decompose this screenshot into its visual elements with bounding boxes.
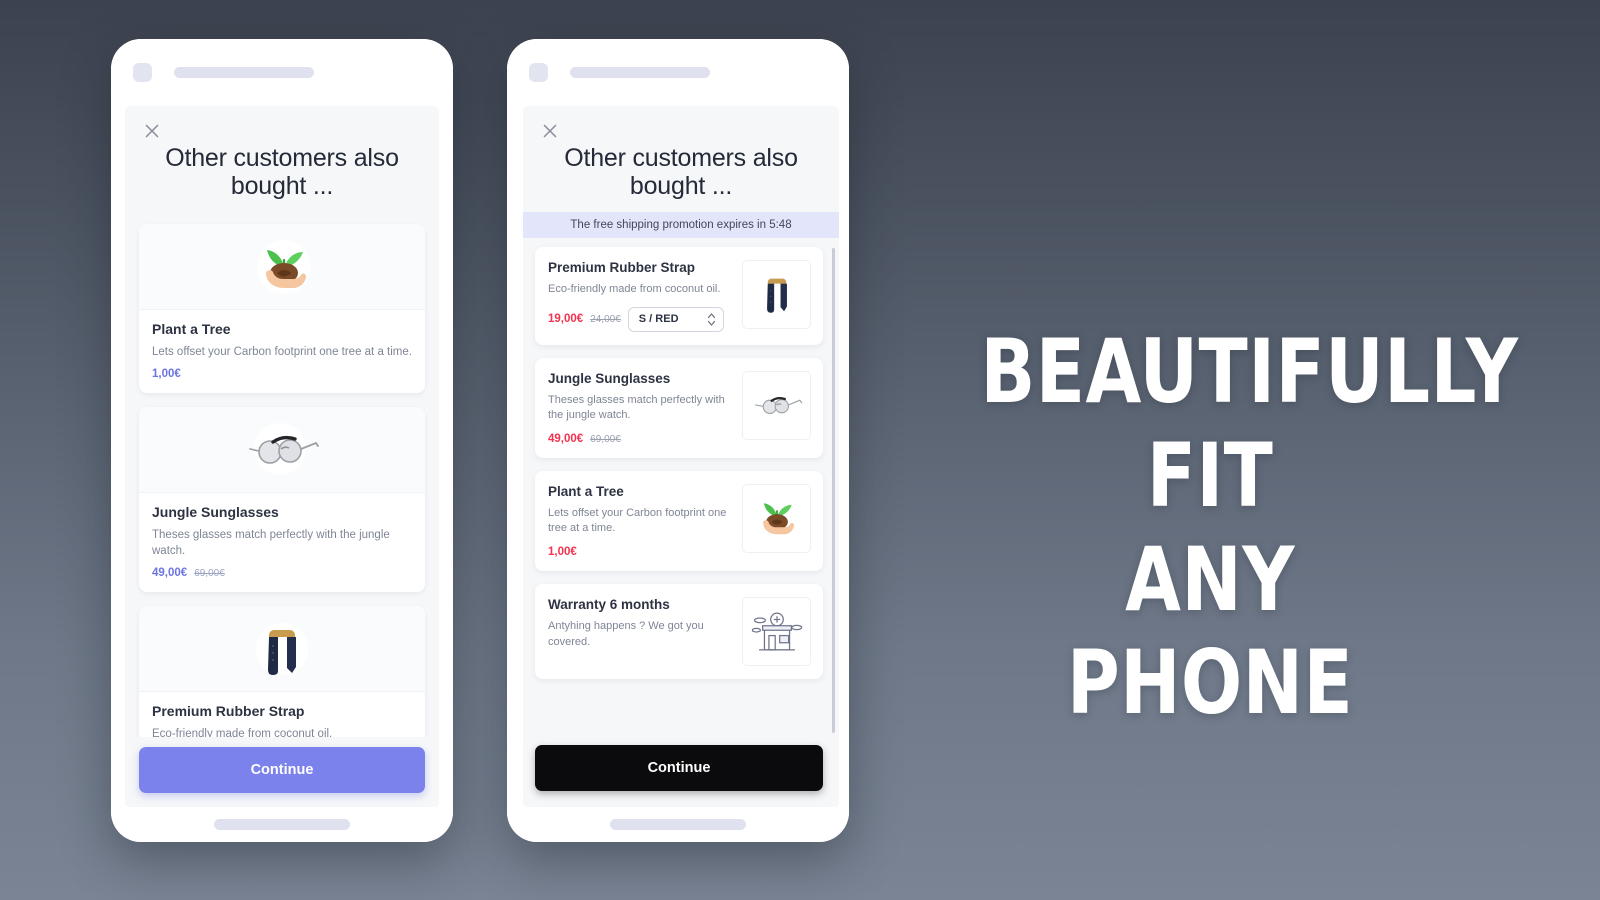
plant-a-tree-icon <box>762 503 794 535</box>
phone-mockup-left: Other customers also bought ... Plant a … <box>111 39 453 842</box>
price-row: 49,00€ 69,00€ <box>548 433 732 445</box>
product-price: 49,00€ <box>548 432 584 445</box>
product-price: 1,00€ <box>548 546 577 559</box>
product-description: Theses glasses match perfectly with the … <box>152 528 390 558</box>
phone-two-product-list[interactable]: Premium Rubber Strap Eco-friendly made f… <box>523 238 839 735</box>
product-card[interactable]: Jungle Sunglasses Theses glasses match p… <box>139 406 425 593</box>
product-name: Jungle Sunglasses <box>152 503 279 520</box>
chrome-icon-placeholder <box>529 63 548 82</box>
home-indicator <box>214 819 350 830</box>
sunglasses-icon <box>754 397 802 415</box>
marketing-headline: BEAUTIFULLY FIT ANY PHONE <box>980 320 1518 735</box>
scrollbar[interactable] <box>832 248 835 733</box>
promo-banner: The free shipping promotion expires in 5… <box>523 212 839 238</box>
product-price: 49,00€ <box>152 567 188 580</box>
home-indicator <box>610 819 746 830</box>
close-icon[interactable] <box>539 120 561 142</box>
product-card[interactable]: Premium Rubber Strap Eco-friendly made f… <box>535 247 823 345</box>
variant-select-value: S / RED <box>638 313 679 326</box>
price-row: 1,00€ <box>152 368 412 380</box>
page-title: Other customers also bought ... <box>564 144 798 200</box>
product-description: Lets offset your Carbon footprint one tr… <box>548 506 727 535</box>
price-row: 19,00€ 24,00€ S / RED <box>548 306 732 332</box>
product-name: Premium Rubber Strap <box>152 703 305 720</box>
headline-line-1: BEAUTIFULLY FIT <box>980 320 1519 527</box>
phone-one-home-bar <box>111 807 453 842</box>
phone-two-footer: Continue <box>523 735 839 807</box>
variant-select[interactable]: S / RED <box>627 306 724 332</box>
product-compare-at-price: 24,00€ <box>590 314 621 326</box>
price-row: 1,00€ <box>548 546 732 558</box>
chrome-url-placeholder <box>174 67 314 78</box>
product-name: Jungle Sunglasses <box>548 370 671 386</box>
product-image <box>139 406 425 493</box>
product-image <box>139 224 425 310</box>
phone-one-footer: Continue <box>125 737 439 807</box>
product-image <box>742 597 811 667</box>
page-title: Other customers also bought ... <box>165 144 399 200</box>
watch-strap-icon <box>256 622 308 675</box>
price-row: 49,00€ 69,00€ <box>152 567 412 579</box>
sunglasses-icon <box>249 423 319 476</box>
product-card[interactable]: Warranty 6 months Antyhing happens ? We … <box>535 584 823 680</box>
phone-two-screen: Other customers also bought ... The free… <box>523 106 839 807</box>
close-icon[interactable] <box>141 120 163 142</box>
product-card[interactable]: Premium Rubber Strap Eco-friendly made f… <box>139 606 425 737</box>
product-card[interactable]: Jungle Sunglasses Theses glasses match p… <box>535 357 823 458</box>
continue-button[interactable]: Continue <box>535 745 823 791</box>
product-image <box>742 260 811 329</box>
product-image <box>139 606 425 693</box>
product-card[interactable]: Plant a Tree Lets offset your Carbon foo… <box>535 470 823 572</box>
phone-two-home-bar <box>507 807 849 842</box>
continue-button[interactable]: Continue <box>139 747 425 793</box>
product-name: Plant a Tree <box>152 321 231 337</box>
chrome-icon-placeholder <box>133 63 152 82</box>
storefront-icon <box>751 612 802 651</box>
product-description: Lets offset your Carbon footprint one tr… <box>152 346 412 358</box>
product-price: 1,00€ <box>152 367 181 380</box>
watch-strap-icon <box>766 278 787 313</box>
product-description: Eco-friendly made from coconut oil. <box>152 728 333 737</box>
phone-two-modal-header: Other customers also bought ... <box>523 106 839 212</box>
headline-line-2: ANY PHONE <box>1066 527 1354 735</box>
phone-one-modal-header: Other customers also bought ... <box>125 106 439 214</box>
product-name: Plant a Tree <box>548 483 624 499</box>
plant-a-tree-icon <box>257 239 311 294</box>
phone-one-screen: Other customers also bought ... Plant a … <box>125 106 439 807</box>
phone-one-browser-chrome <box>111 39 453 106</box>
product-name: Premium Rubber Strap <box>548 260 696 275</box>
product-description: Eco-friendly made from coconut oil. <box>548 283 721 295</box>
product-image <box>742 370 811 440</box>
product-description: Antyhing happens ? We got you covered. <box>548 620 704 648</box>
product-card[interactable]: Plant a Tree Lets offset your Carbon foo… <box>139 224 425 393</box>
stepper-chevron-icon <box>707 312 716 327</box>
phone-mockup-right: Other customers also bought ... The free… <box>507 39 849 842</box>
product-compare-at-price: 69,00€ <box>590 433 621 445</box>
chrome-url-placeholder <box>570 67 710 78</box>
phone-two-browser-chrome <box>507 39 849 106</box>
product-compare-at-price: 69,00€ <box>194 568 225 580</box>
product-image <box>742 483 811 553</box>
phone-one-product-list[interactable]: Plant a Tree Lets offset your Carbon foo… <box>125 214 439 737</box>
product-name: Warranty 6 months <box>548 597 670 613</box>
product-description: Theses glasses match perfectly with the … <box>548 393 725 422</box>
product-price: 19,00€ <box>548 313 584 326</box>
